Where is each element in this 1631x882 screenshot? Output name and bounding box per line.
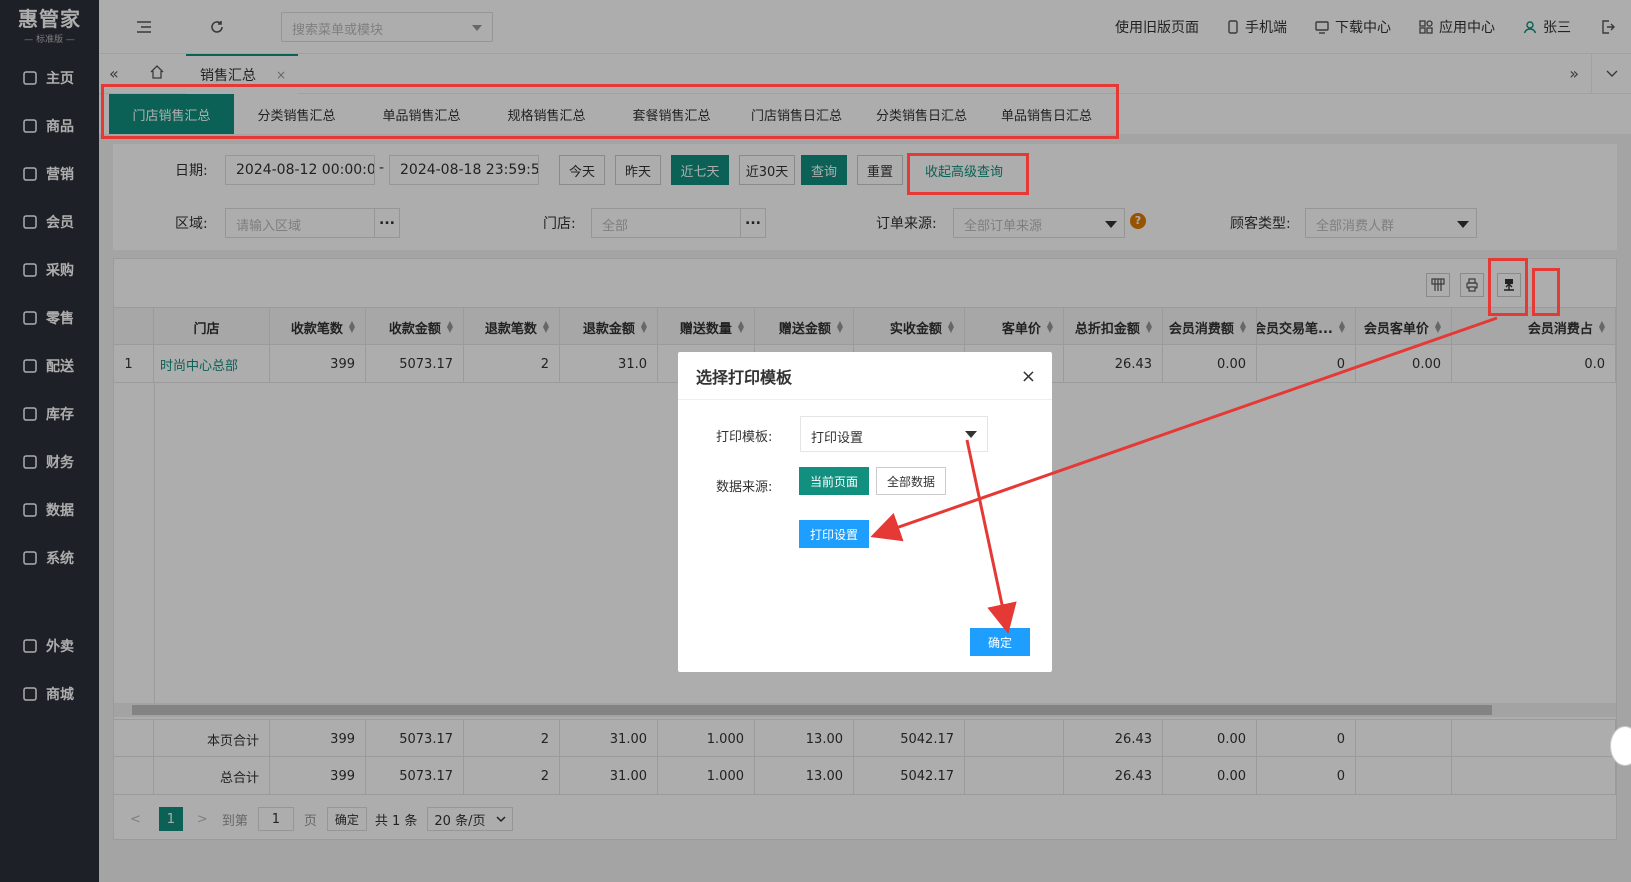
arrow-to-confirm: [965, 439, 1017, 634]
annotation-arrows: [870, 316, 1498, 634]
arrow-to-print-settings: [870, 316, 1498, 542]
app-root: 惠管家 — 标准版 — 主页 商品 营销 会员 采购 零售 配送 库存 财务 数据 系统 外卖 商城 搜…: [0, 0, 1631, 882]
